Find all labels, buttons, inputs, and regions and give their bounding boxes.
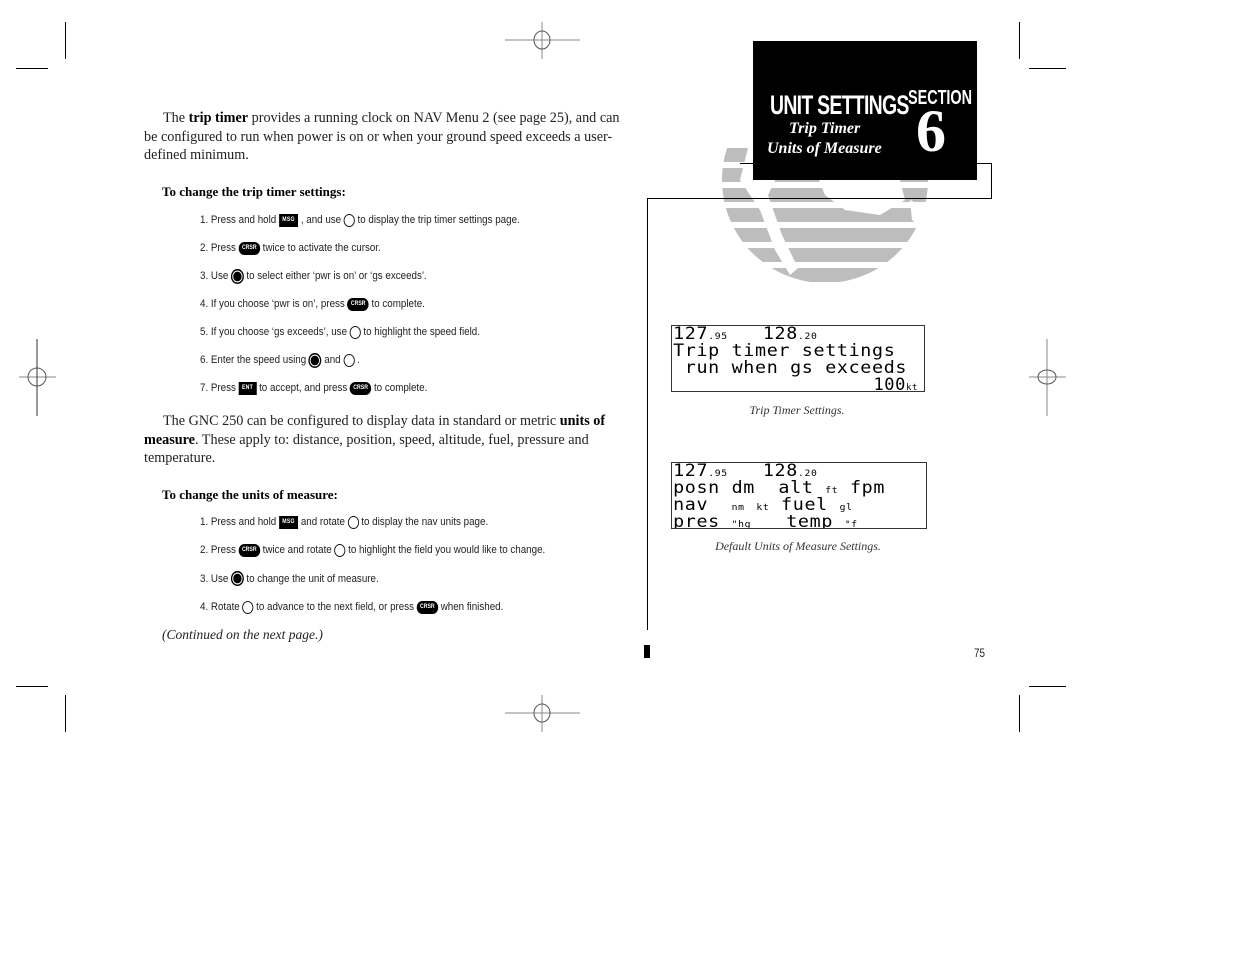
step-text: to accept, and press — [259, 382, 348, 394]
crop-mark — [16, 686, 48, 687]
outer-knob-icon — [349, 325, 361, 339]
outer-knob-icon — [242, 600, 254, 614]
lcd-speed-row: 100kt — [672, 377, 924, 392]
trip-timer-step: 1. Press and hold MSG, and use to display … — [200, 211, 520, 229]
step-text: 4. If you choose ‘pwr is on’, press — [200, 298, 345, 310]
step-text: to select either ‘pwr is on’ or ‘gs exce… — [246, 270, 427, 282]
trip-timer-step: 2. Press CRSR twice to activate the cursor… — [200, 239, 381, 257]
step-text: 1. Press and hold — [200, 516, 277, 528]
trip-timer-step: 7. Press ENT to accept, and press CRSR to co… — [200, 379, 427, 397]
trip-timer-step: 4. If you choose ‘pwr is on’, press CRSR t… — [200, 295, 425, 313]
step-text: to advance to the next field, or press — [256, 601, 415, 614]
registration-mark — [19, 339, 56, 416]
units-step: 3. Use to change the unit of measure. — [200, 570, 379, 588]
registration-mark — [505, 695, 580, 732]
step-text: , and use — [300, 214, 342, 226]
step-text: 6. Enter the speed using — [200, 354, 307, 366]
crsr-key-icon: CRSR — [347, 297, 369, 311]
outer-knob-icon — [334, 543, 346, 557]
units-caption: Default Units of Measure Settings. — [715, 539, 881, 553]
units-heading: To change the units of measure: — [162, 487, 338, 502]
step-text: 7. Press — [200, 382, 236, 394]
step-text: . — [356, 354, 360, 366]
crop-mark — [1029, 68, 1066, 69]
step-text: to display the nav units page. — [361, 516, 489, 528]
step-text: 3. Use — [200, 572, 229, 585]
registration-mark — [1029, 339, 1066, 416]
inner-knob-icon — [308, 352, 322, 368]
step-text: 2. Press — [200, 544, 236, 557]
lcd-mode-row: run when gs exceeds — [673, 358, 908, 378]
page-number: 75 — [974, 646, 985, 660]
inner-knob-icon — [230, 268, 244, 284]
crsr-key-icon: CRSR — [238, 543, 261, 557]
crop-mark — [1019, 22, 1020, 59]
step-text: twice to activate the cursor. — [262, 242, 381, 254]
msg-key-icon: MSG — [278, 515, 299, 529]
units-step: 2. Press CRSR twice and rotate to highlight… — [200, 541, 545, 559]
crsr-key-icon: CRSR — [238, 241, 261, 255]
inner-knob-icon — [230, 571, 244, 587]
trip-timer-step: 5. If you choose ‘gs exceeds’, use to hig… — [200, 323, 480, 341]
section-subtitle-units: Units of Measure — [767, 140, 882, 157]
speed-unit: kt — [905, 383, 918, 392]
crop-mark — [16, 68, 48, 69]
section-number: 6 — [916, 98, 946, 164]
step-text: when finished. — [440, 601, 504, 614]
lcd-pres-row: pres "hg temp °f — [673, 512, 858, 529]
step-text: to display the trip timer settings page. — [357, 214, 520, 226]
msg-key-icon: MSG — [278, 213, 299, 227]
crop-mark — [65, 695, 66, 732]
step-text: 4. Rotate — [200, 601, 240, 614]
step-text: to highlight the speed field. — [363, 326, 480, 338]
step-text: 2. Press — [200, 242, 236, 254]
trip-timer-step: 3. Use to select either ‘pwr is on’ or ‘g… — [200, 267, 427, 285]
ent-key-icon: ENT — [238, 381, 257, 395]
step-text: 5. If you choose ‘gs exceeds’, use — [200, 326, 348, 338]
step-text: and — [324, 354, 341, 366]
crsr-key-icon: CRSR — [349, 381, 372, 395]
trip-timer-term: trip timer — [188, 110, 249, 126]
frame-line — [991, 163, 992, 199]
units-step: 1. Press and hold MSG and rotate to display… — [200, 513, 488, 531]
trip-timer-screen: 127.95 128.20 Trip timer settings run wh… — [671, 325, 925, 392]
crop-mark — [1019, 695, 1020, 732]
frame-line — [647, 198, 648, 630]
frame-line — [647, 198, 992, 199]
crop-mark — [65, 22, 66, 59]
trip-timer-heading: To change the trip timer settings: — [162, 184, 346, 199]
section-subtitle-trip-timer: Trip Timer — [789, 120, 861, 137]
page-marker — [644, 645, 650, 658]
step-text: to complete. — [373, 382, 428, 394]
step-text: twice and rotate — [262, 544, 332, 557]
step-text: to change the unit of measure. — [246, 572, 379, 585]
outer-knob-icon — [343, 213, 355, 227]
continued-note: (Continued on the next page.) — [162, 627, 323, 642]
trip-timer-intro: The trip timer provides a running clock … — [144, 110, 620, 163]
units-step: 4. Rotate to advance to the next field, o… — [200, 598, 503, 616]
step-text: 1. Press and hold — [200, 214, 277, 226]
section-title: UNIT SETTINGS — [770, 90, 909, 120]
registration-mark — [505, 22, 580, 59]
step-text: and rotate — [300, 516, 345, 528]
units-screen: 127.95 128.20 posn dm alt ft fpm nav nm … — [671, 462, 927, 529]
step-text: to complete. — [371, 298, 425, 310]
crsr-key-icon: CRSR — [416, 600, 439, 614]
trip-timer-caption: Trip Timer Settings. — [749, 403, 845, 417]
section-header: UNIT SETTINGS Trip Timer Units of Measur… — [753, 41, 977, 180]
step-text: to highlight the field you would like to… — [348, 544, 546, 557]
outer-knob-icon — [343, 353, 355, 367]
crop-mark — [1029, 686, 1066, 687]
outer-knob-icon — [347, 515, 359, 529]
trip-timer-step: 6. Enter the speed using and. — [200, 351, 360, 369]
step-text: 3. Use — [200, 270, 229, 282]
units-intro: The GNC 250 can be configured to display… — [144, 413, 606, 466]
